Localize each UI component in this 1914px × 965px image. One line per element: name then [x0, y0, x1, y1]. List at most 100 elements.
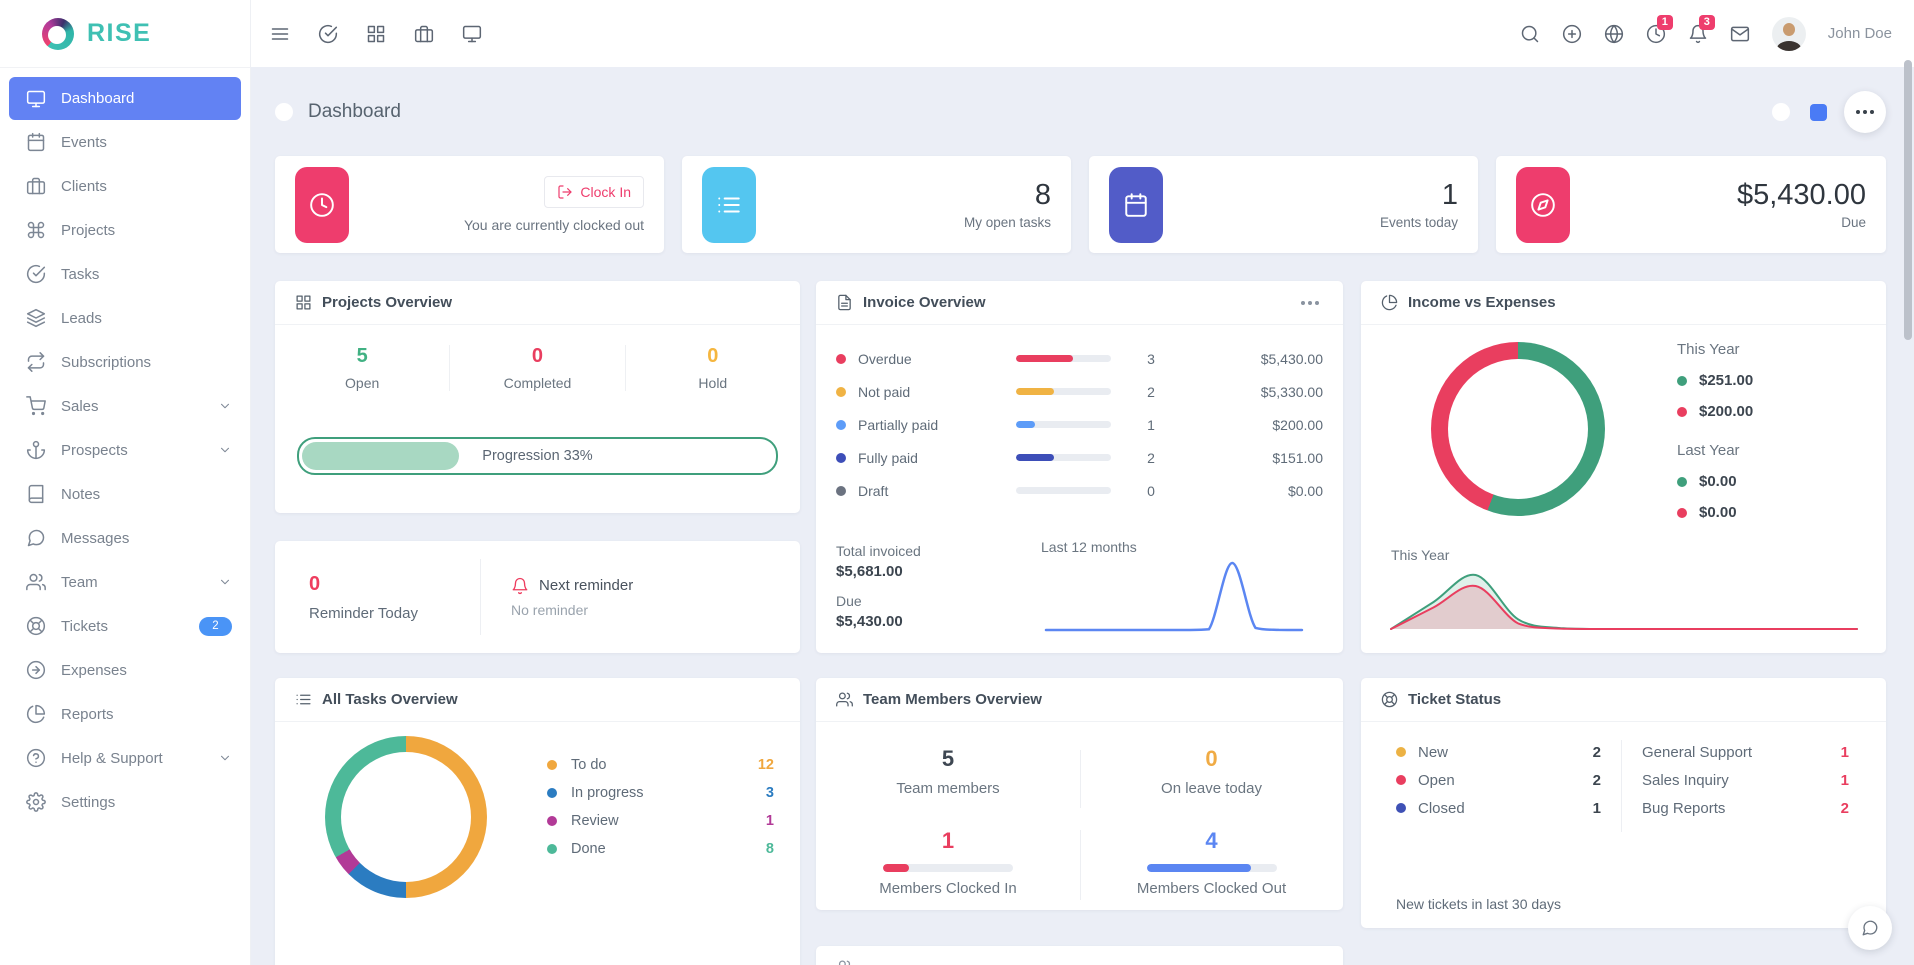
- sidebar-item-label: Messages: [61, 530, 129, 547]
- sidebar-item-tickets[interactable]: Tickets 2: [0, 604, 250, 648]
- sidebar-item-clients[interactable]: Clients: [0, 164, 250, 208]
- partial-panel: [816, 946, 1343, 965]
- sidebar-item-notes[interactable]: Notes: [0, 472, 250, 516]
- projects-shortcut-icon[interactable]: [366, 24, 386, 44]
- panel-title: Team Members Overview: [863, 691, 1042, 708]
- arrow-right-circle-icon: [26, 660, 46, 680]
- expense-dot: [1677, 508, 1687, 518]
- projects-progress-bar: Progression 33%: [297, 437, 778, 475]
- quick-add-icon[interactable]: [1562, 24, 1582, 44]
- header-toggle-dot[interactable]: [275, 103, 293, 121]
- sidebar-item-label: Clients: [61, 178, 107, 195]
- menu-toggle-button[interactable]: [270, 24, 290, 44]
- open-tasks-card[interactable]: 8 My open tasks: [682, 156, 1071, 253]
- widget-toggle-circle[interactable]: [1772, 103, 1790, 121]
- dashboard-shortcut-icon[interactable]: [462, 24, 482, 44]
- users-icon: [836, 959, 853, 965]
- sidebar-item-tasks[interactable]: Tasks: [0, 252, 250, 296]
- clock-tile-icon: [295, 167, 349, 243]
- clock-icon: [309, 192, 335, 218]
- status-dot: [547, 844, 557, 854]
- donut-hole: [1448, 359, 1588, 499]
- income-expense-donut: [1431, 342, 1605, 516]
- invoice-overview-panel: Invoice Overview Overdue 3 $5,430.00 Not…: [816, 281, 1343, 653]
- tasks-shortcut-icon[interactable]: [318, 24, 338, 44]
- next-reminder-label: Next reminder: [539, 577, 633, 594]
- progress-label: Progression 33%: [299, 448, 776, 464]
- dashboard-menu-button[interactable]: [1844, 91, 1886, 133]
- chevron-down-icon: [218, 575, 232, 589]
- notifications-button[interactable]: 3: [1688, 24, 1708, 44]
- mail-icon[interactable]: [1730, 24, 1750, 44]
- invoice-rows: Overdue 3 $5,430.00 Not paid 2 $5,330.00…: [816, 325, 1343, 507]
- sidebar-item-label: Projects: [61, 222, 115, 239]
- clock-in-card: Clock In You are currently clocked out: [275, 156, 664, 253]
- clock-in-button[interactable]: Clock In: [544, 176, 644, 208]
- logo[interactable]: RISE: [0, 0, 250, 68]
- donut-hole: [341, 752, 471, 882]
- clients-shortcut-icon[interactable]: [414, 24, 434, 44]
- calendar-icon: [1123, 192, 1149, 218]
- book-icon: [26, 484, 46, 504]
- topbar-actions: 1 3 John Doe: [1520, 17, 1914, 51]
- grid-icon: [295, 294, 312, 311]
- clocked-in-bar: [883, 864, 1013, 872]
- all-tasks-overview-panel: All Tasks Overview To do 12 In progress …: [275, 678, 800, 965]
- panel-header: Income vs Expenses: [1361, 281, 1886, 325]
- search-icon[interactable]: [1520, 24, 1540, 44]
- status-dot: [836, 420, 846, 430]
- events-today-card[interactable]: 1 Events today: [1089, 156, 1478, 253]
- mini-bar: [1016, 388, 1111, 395]
- ticket-status-open: Open 2: [1396, 766, 1601, 794]
- chat-button[interactable]: [1848, 906, 1892, 950]
- command-icon: [26, 220, 46, 240]
- sidebar-item-leads[interactable]: Leads: [0, 296, 250, 340]
- income-dot: [1677, 477, 1687, 487]
- due-amount-card[interactable]: $5,430.00 Due: [1496, 156, 1886, 253]
- help-circle-icon: [26, 748, 46, 768]
- sidebar-item-settings[interactable]: Settings: [0, 780, 250, 824]
- ticket-statuses: New 2 Open 2 Closed 1: [1396, 738, 1601, 822]
- ticket-type-bug-reports: Bug Reports 2: [1642, 794, 1849, 822]
- panel-header: All Tasks Overview: [275, 678, 800, 722]
- panel-title: Projects Overview: [322, 294, 452, 311]
- sidebar-item-projects[interactable]: Projects: [0, 208, 250, 252]
- reminder-count: 0: [309, 573, 480, 596]
- next-reminder: Next reminder No reminder: [481, 577, 633, 618]
- sidebar-item-label: Team: [61, 574, 98, 591]
- gear-icon: [26, 792, 46, 812]
- more-options-button[interactable]: [1297, 290, 1323, 316]
- widget-color-square[interactable]: [1810, 104, 1827, 121]
- user-avatar[interactable]: [1772, 17, 1806, 51]
- sidebar-item-prospects[interactable]: Prospects: [0, 428, 250, 472]
- sidebar-item-subscriptions[interactable]: Subscriptions: [0, 340, 250, 384]
- status-dot: [547, 760, 557, 770]
- sidebar-item-messages[interactable]: Messages: [0, 516, 250, 560]
- team-members-stat: 5 Team members: [816, 746, 1080, 797]
- time-tracking-button[interactable]: 1: [1646, 24, 1666, 44]
- sidebar-item-help-support[interactable]: Help & Support: [0, 736, 250, 780]
- legend-item-in-progress: In progress 3: [547, 779, 774, 807]
- sidebar-item-expenses[interactable]: Expenses: [0, 648, 250, 692]
- sidebar-item-label: Leads: [61, 310, 102, 327]
- sidebar-item-label: Reports: [61, 706, 114, 723]
- sidebar-item-dashboard[interactable]: Dashboard: [9, 77, 241, 120]
- mini-bar: [1016, 421, 1111, 428]
- topbar: 1 3 John Doe: [250, 0, 1914, 67]
- sidebar-item-sales[interactable]: Sales: [0, 384, 250, 428]
- sidebar-item-reports[interactable]: Reports: [0, 692, 250, 736]
- divider: [1080, 750, 1081, 808]
- invoice-trend-chart: [1044, 557, 1304, 632]
- sidebar-item-events[interactable]: Events: [0, 120, 250, 164]
- due-label: Due: [1841, 215, 1866, 230]
- language-globe-icon[interactable]: [1604, 24, 1624, 44]
- panel-title: All Tasks Overview: [322, 691, 458, 708]
- sidebar-item-team[interactable]: Team: [0, 560, 250, 604]
- layers-icon: [26, 308, 46, 328]
- user-name[interactable]: John Doe: [1828, 25, 1892, 42]
- panel-header: [816, 946, 1343, 965]
- list-tile-icon: [702, 167, 756, 243]
- mini-bar: [1016, 487, 1111, 494]
- scrollbar[interactable]: [1904, 60, 1912, 340]
- chat-bubble-icon: [1861, 919, 1879, 937]
